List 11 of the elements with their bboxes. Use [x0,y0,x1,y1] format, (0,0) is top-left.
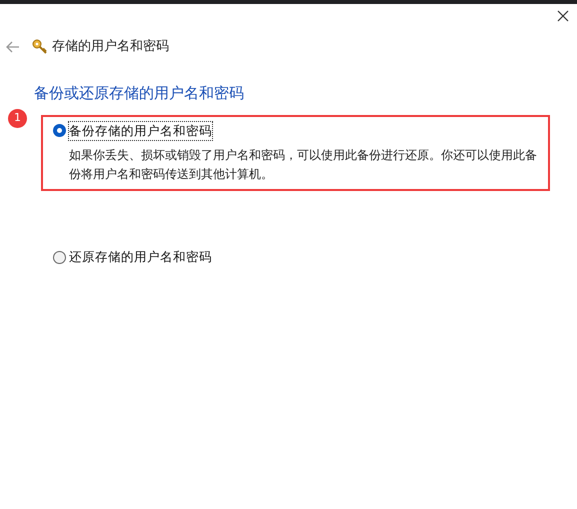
key-icon [32,39,48,55]
window-title: 存储的用户名和密码 [52,38,169,56]
page-heading: 备份或还原存储的用户名和密码 [34,83,244,104]
radio-button[interactable] [53,251,66,264]
radio-button[interactable] [53,124,66,138]
annotation-badge: 1 [8,108,27,128]
option-description: 如果你丢失、损坏或销毁了用户名和密码，可以使用此备份进行还原。你还可以使用此备份将用户名和密码传送到其他计算机。 [69,147,538,184]
back-arrow-icon[interactable] [6,41,20,53]
radio-label[interactable]: 备份存储的用户名和密码 [69,122,212,140]
close-icon[interactable] [557,10,569,22]
radio-label[interactable]: 还原存储的用户名和密码 [69,248,212,267]
